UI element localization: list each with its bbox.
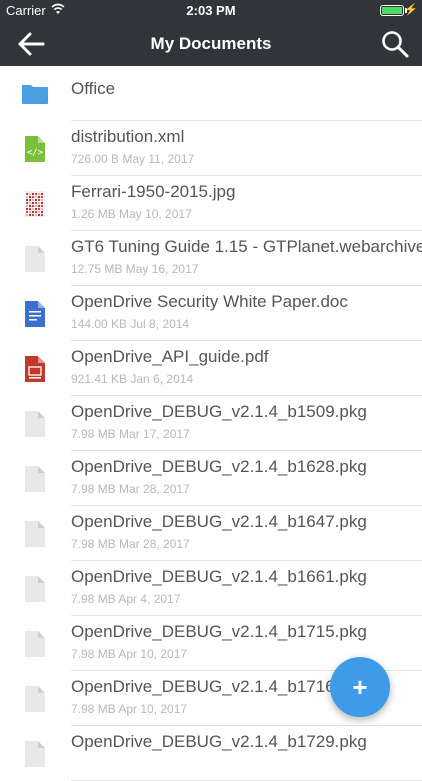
file-meta: 7.98 MB Mar 17, 2017 bbox=[71, 427, 190, 441]
file-row[interactable]: </> distribution.xml 726.00 B May 11, 2017 bbox=[0, 121, 422, 176]
file-meta: 7.98 MB Mar 28, 2017 bbox=[71, 537, 190, 551]
top-bar: Carrier 2:03 PM ⚡ My Documents bbox=[0, 0, 422, 66]
generic-file-icon bbox=[22, 520, 48, 548]
file-row[interactable]: GT6 Tuning Guide 1.15 - GTPlanet.webarch… bbox=[0, 231, 422, 286]
file-row[interactable]: OpenDrive_DEBUG_v2.1.4_b1661.pkg 7.98 MB … bbox=[0, 561, 422, 616]
file-row[interactable]: OpenDrive_DEBUG_v2.1.4_b1647.pkg 7.98 MB … bbox=[0, 506, 422, 561]
status-time: 2:03 PM bbox=[186, 3, 236, 18]
file-row[interactable]: OpenDrive_DEBUG_v2.1.4_b1509.pkg 7.98 MB … bbox=[0, 396, 422, 451]
file-name: Ferrari-1950-2015.jpg bbox=[71, 182, 236, 201]
generic-file-icon bbox=[22, 740, 48, 768]
file-name: Office bbox=[71, 79, 116, 98]
page-title: My Documents bbox=[150, 34, 272, 53]
file-meta: 7.98 MB Apr 4, 2017 bbox=[71, 592, 181, 606]
file-meta: 1.26 MB May 10, 2017 bbox=[71, 207, 192, 221]
file-name: OpenDrive_DEBUG_v2.1.4_b1661.pkg bbox=[71, 567, 367, 586]
file-name: OpenDrive_DEBUG_v2.1.4_b1729.pkg bbox=[71, 732, 367, 751]
file-meta: 7.98 MB Apr 10, 2017 bbox=[71, 702, 188, 716]
battery-icon bbox=[380, 5, 404, 16]
generic-file-icon bbox=[22, 630, 48, 658]
file-name: OpenDrive_DEBUG_v2.1.4_b1628.pkg bbox=[71, 457, 367, 476]
file-row[interactable]: OpenDrive_API_guide.pdf 921.41 KB Jan 6, … bbox=[0, 341, 422, 396]
file-meta: 921.41 KB Jan 6, 2014 bbox=[71, 372, 194, 386]
file-name: OpenDrive_DEBUG_v2.1.4_b1509.pkg bbox=[71, 402, 367, 421]
file-name: OpenDrive_DEBUG_v2.1.4_b1647.pkg bbox=[71, 512, 367, 531]
doc-file-icon bbox=[22, 300, 48, 328]
file-row[interactable]: Ferrari-1950-2015.jpg 1.26 MB May 10, 201… bbox=[0, 176, 422, 231]
pdf-file-icon bbox=[22, 355, 48, 383]
add-button[interactable]: + bbox=[330, 657, 390, 717]
generic-file-icon bbox=[22, 245, 48, 273]
file-name: OpenDrive Security White Paper.doc bbox=[71, 292, 348, 311]
folder-row[interactable]: Office bbox=[0, 66, 422, 121]
status-bar: Carrier 2:03 PM ⚡ bbox=[0, 0, 422, 22]
search-icon[interactable] bbox=[380, 29, 410, 59]
jpg-file-icon bbox=[22, 190, 48, 218]
file-row[interactable]: OpenDrive_DEBUG_v2.1.4_b1628.pkg 7.98 MB … bbox=[0, 451, 422, 506]
file-meta: 7.98 MB Mar 28, 2017 bbox=[71, 482, 190, 496]
xml-file-icon: </> bbox=[22, 135, 48, 163]
file-row[interactable]: OpenDrive_DEBUG_v2.1.4_b1729.pkg bbox=[0, 726, 422, 781]
file-meta: 726.00 B May 11, 2017 bbox=[71, 152, 195, 166]
file-name: GT6 Tuning Guide 1.15 - GTPlanet.webarch… bbox=[71, 237, 422, 256]
file-meta: 7.98 MB Apr 10, 2017 bbox=[71, 647, 188, 661]
file-name: OpenDrive_DEBUG_v2.1.4_b1715.pkg bbox=[71, 622, 367, 641]
generic-file-icon bbox=[22, 465, 48, 493]
file-name: distribution.xml bbox=[71, 127, 185, 146]
svg-text:</>: </> bbox=[27, 148, 44, 158]
file-meta: 12.75 MB May 16, 2017 bbox=[71, 262, 199, 276]
nav-bar: My Documents bbox=[0, 22, 422, 66]
generic-file-icon bbox=[22, 685, 48, 713]
folder-icon bbox=[22, 80, 48, 108]
generic-file-icon bbox=[22, 410, 48, 438]
file-meta: 144.00 KB Jul 8, 2014 bbox=[71, 317, 190, 331]
charging-icon: ⚡ bbox=[404, 4, 418, 16]
file-name: OpenDrive_API_guide.pdf bbox=[71, 347, 269, 366]
file-row[interactable]: OpenDrive Security White Paper.doc 144.00… bbox=[0, 286, 422, 341]
generic-file-icon bbox=[22, 575, 48, 603]
